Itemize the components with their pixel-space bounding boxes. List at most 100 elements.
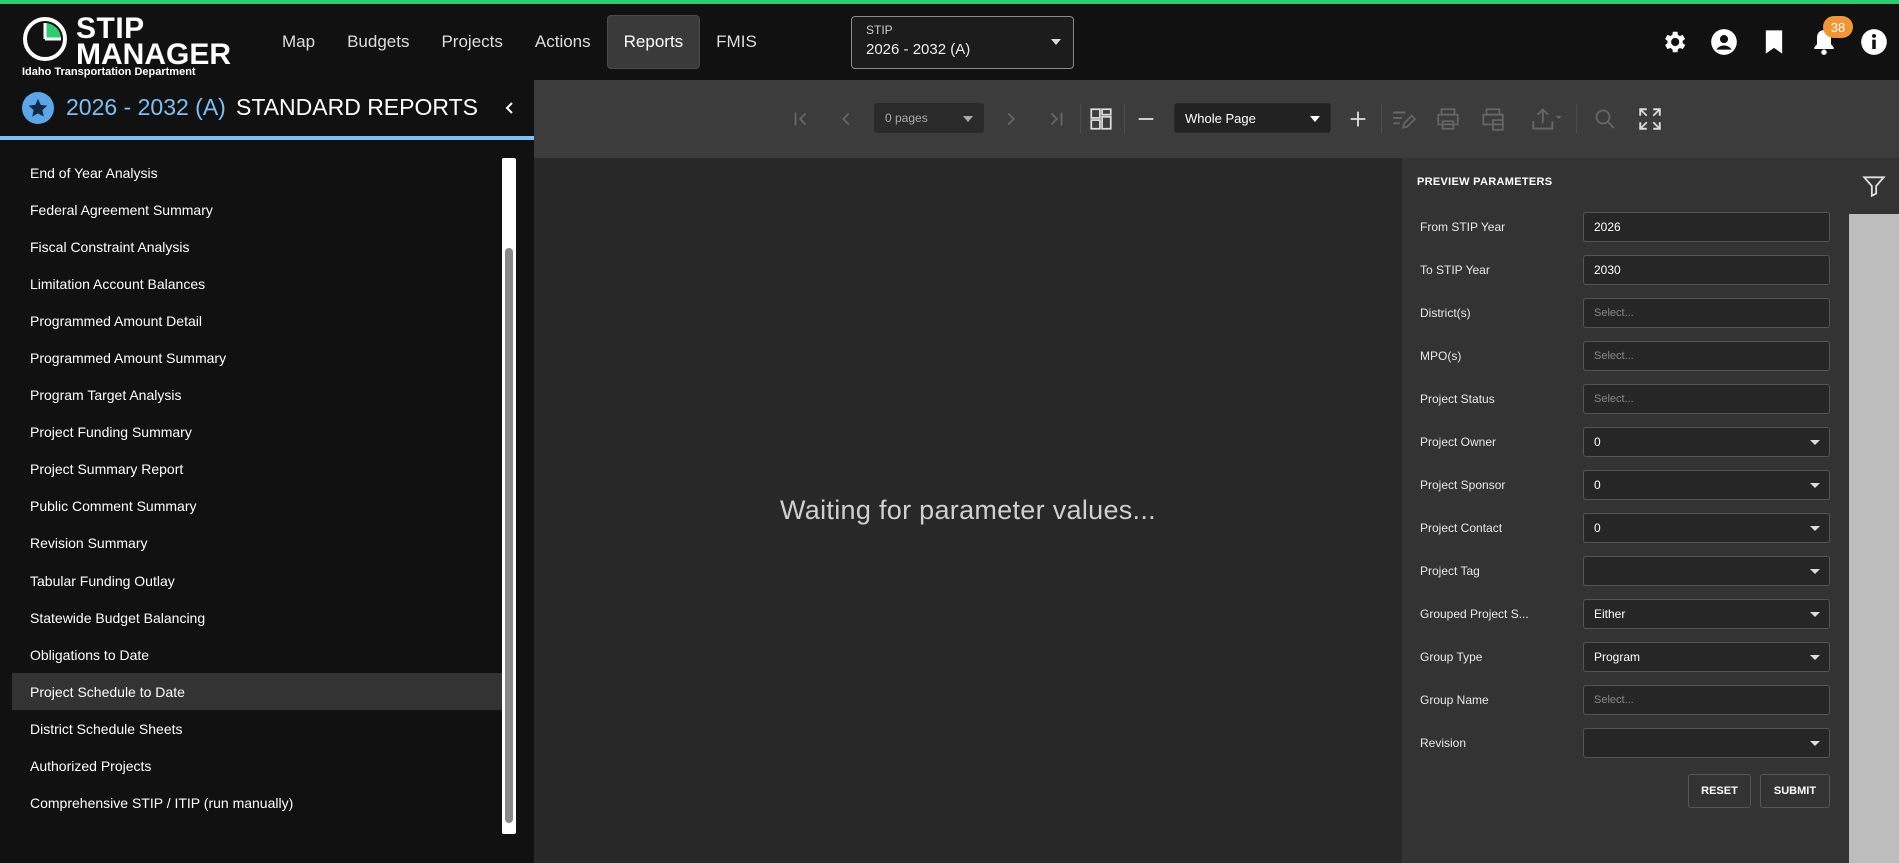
param-value: 0 (1594, 478, 1601, 492)
scrollbar-thumb[interactable] (505, 248, 513, 823)
collapse-sidebar-button[interactable] (498, 96, 522, 120)
settings-button[interactable] (1649, 22, 1699, 62)
report-item[interactable]: Programmed Amount Summary (12, 339, 502, 376)
nav-budgets[interactable]: Budgets (331, 15, 425, 69)
fullscreen-button[interactable] (1633, 102, 1667, 136)
project-sponsor-dropdown[interactable]: 0 (1583, 470, 1830, 500)
previous-page-button[interactable] (829, 102, 863, 136)
zoom-out-button[interactable] (1129, 102, 1163, 136)
toolbar-divider (1381, 104, 1382, 134)
bookmarks-button[interactable] (1749, 22, 1799, 62)
report-item[interactable]: Fiscal Constraint Analysis (12, 228, 502, 265)
param-label: Project Status (1420, 392, 1495, 406)
submit-button[interactable]: SUBMIT (1760, 774, 1830, 808)
report-item[interactable]: Limitation Account Balances (12, 265, 502, 302)
first-page-button[interactable] (784, 102, 818, 136)
to-stip-year-input[interactable]: 2030 (1583, 255, 1830, 285)
logo-subtitle: Idaho Transportation Department (22, 66, 196, 78)
chevron-down-icon (1810, 569, 1820, 574)
chevron-down-icon (1051, 39, 1061, 45)
favorite-star-icon[interactable] (22, 92, 54, 124)
sidebar-scrollbar[interactable] (502, 158, 516, 834)
edit-fields-button[interactable] (1386, 102, 1420, 136)
param-grouped-project: Grouped Project S... Either (1402, 599, 1849, 629)
report-item[interactable]: Program Target Analysis (12, 377, 502, 414)
report-item[interactable]: Comprehensive STIP / ITIP (run manually) (12, 785, 502, 822)
info-button[interactable] (1849, 22, 1899, 62)
grouped-project-dropdown[interactable]: Either (1583, 599, 1830, 629)
page-select[interactable]: 0 pages (874, 103, 984, 133)
report-item[interactable]: Revision Summary (12, 525, 502, 562)
multipage-view-button[interactable] (1084, 102, 1118, 136)
report-item[interactable]: Statewide Budget Balancing (12, 599, 502, 636)
export-button[interactable] (1524, 102, 1568, 136)
main-nav: Map Budgets Projects Actions Reports FMI… (266, 15, 773, 69)
revision-dropdown[interactable] (1583, 728, 1830, 758)
print-button[interactable] (1431, 102, 1465, 136)
report-item-selected[interactable]: Project Schedule to Date (12, 673, 502, 711)
account-button[interactable] (1699, 22, 1749, 62)
nav-actions[interactable]: Actions (519, 15, 607, 69)
sidebar-header-underline (0, 136, 534, 140)
param-project-contact: Project Contact 0 (1402, 513, 1849, 543)
sidebar-header: 2026 - 2032 (A) STANDARD REPORTS (0, 80, 534, 136)
preview-parameters-panel: PREVIEW PARAMETERS From STIP Year 2026 T… (1402, 158, 1849, 863)
chevron-left-icon (505, 102, 513, 114)
zoom-select[interactable]: Whole Page (1174, 103, 1331, 133)
stip-select-value: 2026 - 2032 (A) (866, 41, 971, 58)
param-label: Project Contact (1420, 521, 1503, 535)
param-value: 2026 (1594, 220, 1621, 234)
sidebar-title: STANDARD REPORTS (236, 94, 478, 120)
report-list: End of Year Analysis Federal Agreement S… (12, 154, 502, 822)
printer-page-icon (1482, 108, 1504, 131)
reset-button[interactable]: RESET (1688, 774, 1751, 808)
zoom-in-button[interactable] (1341, 102, 1375, 136)
toggle-parameters-button[interactable] (1849, 158, 1899, 214)
toolbar-divider (1124, 104, 1125, 134)
report-item[interactable]: Authorized Projects (12, 748, 502, 785)
search-button[interactable] (1588, 102, 1622, 136)
project-owner-dropdown[interactable]: 0 (1583, 427, 1830, 457)
nav-reports[interactable]: Reports (606, 15, 701, 69)
parameters-tab-strip (1849, 158, 1899, 863)
report-item[interactable]: Programmed Amount Detail (12, 302, 502, 339)
parameters-title: PREVIEW PARAMETERS (1417, 176, 1553, 188)
param-label: From STIP Year (1420, 220, 1506, 234)
grid-icon (1090, 108, 1112, 130)
plus-icon (1350, 111, 1366, 127)
report-item[interactable]: Obligations to Date (12, 636, 502, 673)
project-contact-dropdown[interactable]: 0 (1583, 513, 1830, 543)
report-item[interactable]: Federal Agreement Summary (12, 191, 502, 228)
nav-map[interactable]: Map (266, 15, 331, 69)
stip-version-select[interactable]: STIP 2026 - 2032 (A) (851, 16, 1074, 69)
top-bar: STIP MANAGER Idaho Transportation Depart… (0, 4, 1899, 80)
nav-fmis[interactable]: FMIS (700, 15, 773, 69)
mpos-multiselect[interactable]: Select... (1583, 341, 1830, 371)
last-page-button[interactable] (1039, 102, 1073, 136)
info-icon (1861, 29, 1887, 55)
top-icon-group: 38 (1649, 16, 1899, 62)
report-item[interactable]: Project Funding Summary (12, 414, 502, 451)
from-stip-year-input[interactable]: 2026 (1583, 212, 1830, 242)
print-page-button[interactable] (1476, 102, 1510, 136)
group-name-multiselect[interactable]: Select... (1583, 685, 1830, 715)
app-logo[interactable]: STIP MANAGER Idaho Transportation Depart… (20, 12, 231, 79)
report-item[interactable]: District Schedule Sheets (12, 710, 502, 747)
gear-icon (1665, 31, 1686, 53)
project-tag-dropdown[interactable] (1583, 556, 1830, 586)
param-label: Group Type (1420, 650, 1483, 664)
project-status-multiselect[interactable]: Select... (1583, 384, 1830, 414)
report-item[interactable]: Project Summary Report (12, 451, 502, 488)
next-page-button[interactable] (994, 102, 1028, 136)
fullscreen-icon (1639, 108, 1661, 130)
group-type-dropdown[interactable]: Program (1583, 642, 1830, 672)
report-item[interactable]: End of Year Analysis (12, 154, 502, 191)
report-item[interactable]: Public Comment Summary (12, 488, 502, 525)
export-upload-icon (1532, 108, 1562, 130)
chevron-down-icon (1810, 483, 1820, 488)
nav-projects[interactable]: Projects (425, 15, 518, 69)
notifications-button[interactable]: 38 (1799, 16, 1853, 62)
report-item[interactable]: Tabular Funding Outlay (12, 562, 502, 599)
districts-multiselect[interactable]: Select... (1583, 298, 1830, 328)
page-select-value: 0 pages (885, 111, 928, 125)
